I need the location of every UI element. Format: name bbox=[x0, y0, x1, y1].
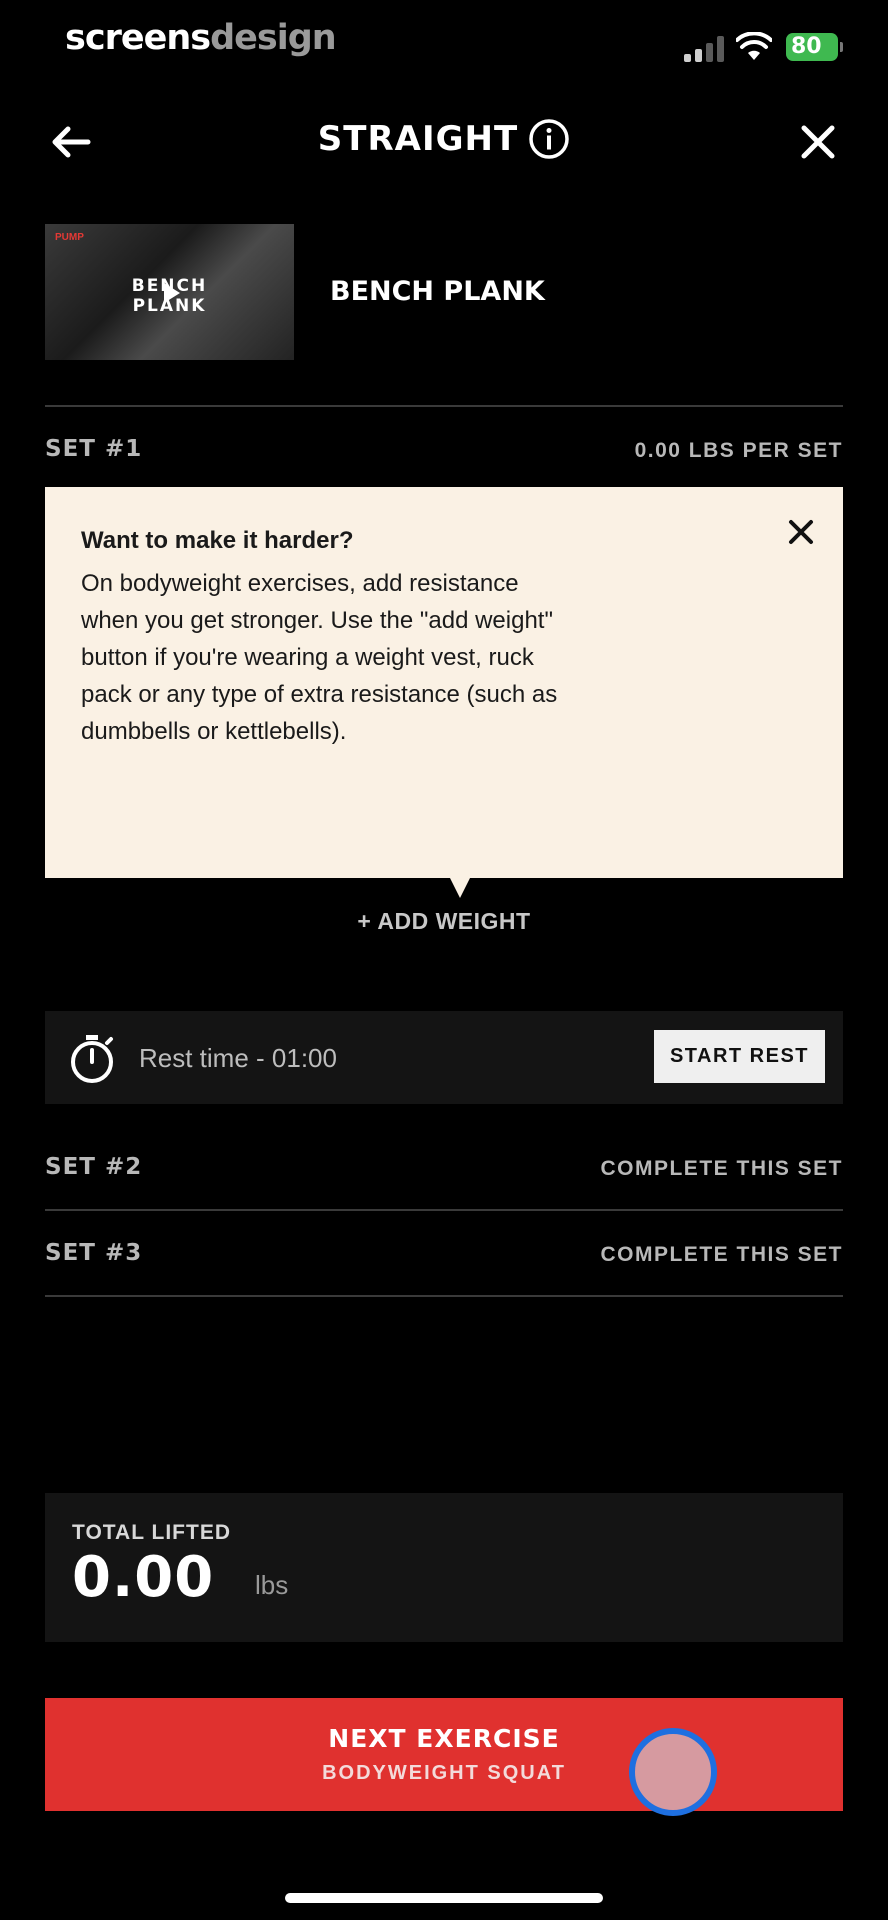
battery-indicator: 80 bbox=[786, 33, 843, 61]
play-icon[interactable] bbox=[162, 282, 182, 304]
next-exercise-title: NEXT EXERCISE bbox=[328, 1724, 560, 1753]
wifi-icon bbox=[736, 32, 772, 60]
cellular-signal-icon bbox=[684, 36, 726, 62]
add-weight-button[interactable]: + ADD WEIGHT bbox=[0, 908, 888, 935]
status-bar: screensdesign 80 bbox=[0, 0, 888, 90]
tooltip-title: Want to make it harder? bbox=[81, 527, 354, 554]
hint-tooltip: Want to make it harder? On bodyweight ex… bbox=[45, 487, 843, 878]
next-exercise-name: BODYWEIGHT SQUAT bbox=[322, 1762, 566, 1784]
close-icon[interactable] bbox=[798, 122, 838, 162]
divider bbox=[45, 1209, 843, 1211]
divider bbox=[45, 405, 843, 407]
set-2-label: SET #2 bbox=[45, 1154, 143, 1180]
tooltip-body: On bodyweight exercises, add resistance … bbox=[81, 570, 558, 745]
rest-timer-bar: Rest time - 01:00 START REST bbox=[45, 1011, 843, 1104]
brand-watermark: screensdesign bbox=[65, 18, 337, 58]
battery-level: 80 bbox=[791, 34, 822, 59]
divider bbox=[45, 1295, 843, 1297]
page-title: STRAIGHT bbox=[0, 118, 888, 160]
set-2-complete-button[interactable]: COMPLETE THIS SET bbox=[600, 1157, 843, 1181]
total-lifted-label: TOTAL LIFTED bbox=[72, 1521, 231, 1544]
brand-part1: screens bbox=[65, 18, 211, 58]
brand-part2: design bbox=[210, 18, 337, 58]
rest-time-text: Rest time - 01:00 bbox=[139, 1043, 337, 1073]
info-circle-icon[interactable] bbox=[528, 118, 570, 160]
home-indicator[interactable] bbox=[285, 1893, 603, 1903]
exercise-name: BENCH PLANK bbox=[330, 276, 545, 307]
set-3-label: SET #3 bbox=[45, 1240, 143, 1266]
page-title-text: STRAIGHT bbox=[317, 119, 519, 159]
close-icon[interactable] bbox=[786, 517, 816, 547]
set-1-label: SET #1 bbox=[45, 436, 143, 462]
total-lifted-unit: lbs bbox=[255, 1570, 289, 1600]
set-3-complete-button[interactable]: COMPLETE THIS SET bbox=[600, 1243, 843, 1267]
total-lifted-card: TOTAL LIFTED 0.00 lbs bbox=[45, 1493, 843, 1642]
next-exercise-button[interactable]: NEXT EXERCISE BODYWEIGHT SQUAT bbox=[45, 1698, 843, 1811]
thumbnail-logo: PUMP bbox=[55, 232, 84, 243]
tooltip-pointer bbox=[449, 876, 471, 898]
total-lifted-value: 0.00 bbox=[72, 1545, 215, 1610]
stopwatch-icon bbox=[71, 1035, 113, 1083]
start-rest-button[interactable]: START REST bbox=[654, 1030, 825, 1083]
set-1-weight: 0.00 LBS PER SET bbox=[634, 439, 843, 462]
touch-indicator bbox=[629, 1728, 717, 1816]
